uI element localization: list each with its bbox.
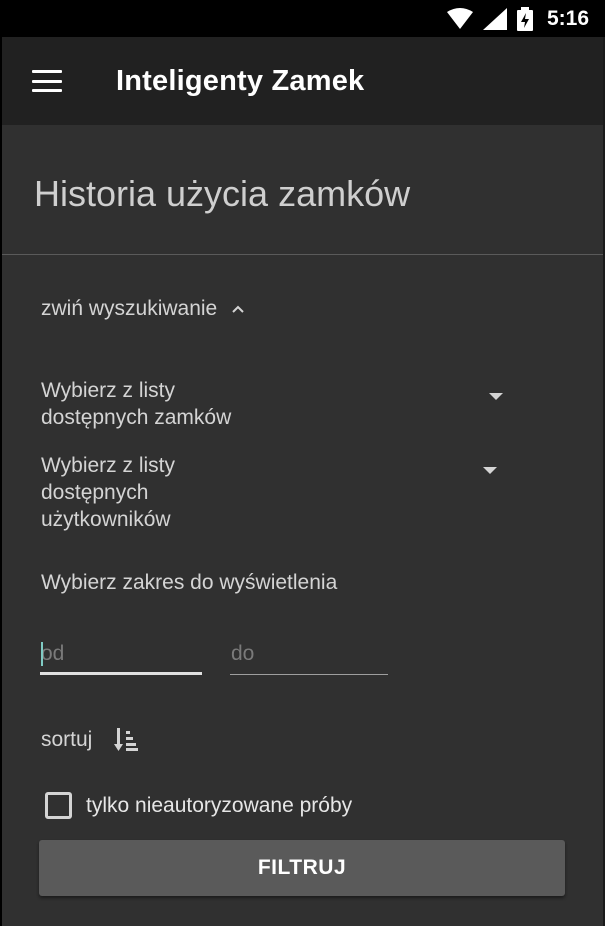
status-time: 5:16	[546, 6, 589, 30]
sort-descending-icon[interactable]	[114, 727, 139, 753]
date-from-field[interactable]	[40, 635, 202, 675]
field-underline	[230, 674, 388, 675]
date-to-field[interactable]	[230, 635, 388, 675]
users-spinner-label: Wybierz z listy dostępnych użytkowników	[41, 454, 175, 531]
sort-label: sortuj	[41, 728, 93, 751]
divider	[2, 254, 603, 255]
app-bar: Inteligenty Zamek	[2, 37, 605, 125]
status-bar: 5:16	[0, 0, 605, 37]
date-to-input[interactable]	[230, 635, 388, 673]
chevron-up-icon	[232, 305, 244, 313]
dropdown-arrow-icon	[489, 393, 503, 400]
unauthorized-only-checkbox-row[interactable]: tylko nieautoryzowane próby	[45, 792, 352, 819]
hamburger-menu-icon[interactable]	[32, 70, 62, 92]
app-title: Inteligenty Zamek	[116, 64, 365, 97]
unauthorized-only-checkbox[interactable]	[45, 792, 72, 819]
dropdown-arrow-icon	[483, 467, 497, 474]
unauthorized-only-label: tylko nieautoryzowane próby	[86, 793, 353, 817]
wifi-icon	[446, 7, 473, 29]
collapse-search-toggle[interactable]: zwiń wyszukiwanie	[41, 297, 245, 321]
locks-spinner[interactable]: Wybierz z listy dostępnych zamków	[41, 377, 511, 431]
main-content: Historia użycia zamków zwiń wyszukiwanie…	[2, 125, 603, 926]
battery-charging-icon	[516, 6, 533, 31]
date-from-input[interactable]	[40, 635, 202, 673]
signal-icon	[482, 7, 507, 30]
filter-button[interactable]: FILTRUJ	[39, 840, 565, 896]
collapse-search-label: zwiń wyszukiwanie	[41, 297, 218, 320]
field-underline	[40, 672, 202, 675]
users-spinner[interactable]: Wybierz z listy dostępnych użytkowników	[41, 452, 511, 533]
locks-spinner-label: Wybierz z listy dostępnych zamków	[41, 379, 232, 429]
sort-row: sortuj	[41, 727, 139, 753]
range-label: Wybierz zakres do wyświetlenia	[41, 571, 338, 594]
page-title: Historia użycia zamków	[34, 173, 411, 214]
text-cursor	[41, 642, 43, 666]
